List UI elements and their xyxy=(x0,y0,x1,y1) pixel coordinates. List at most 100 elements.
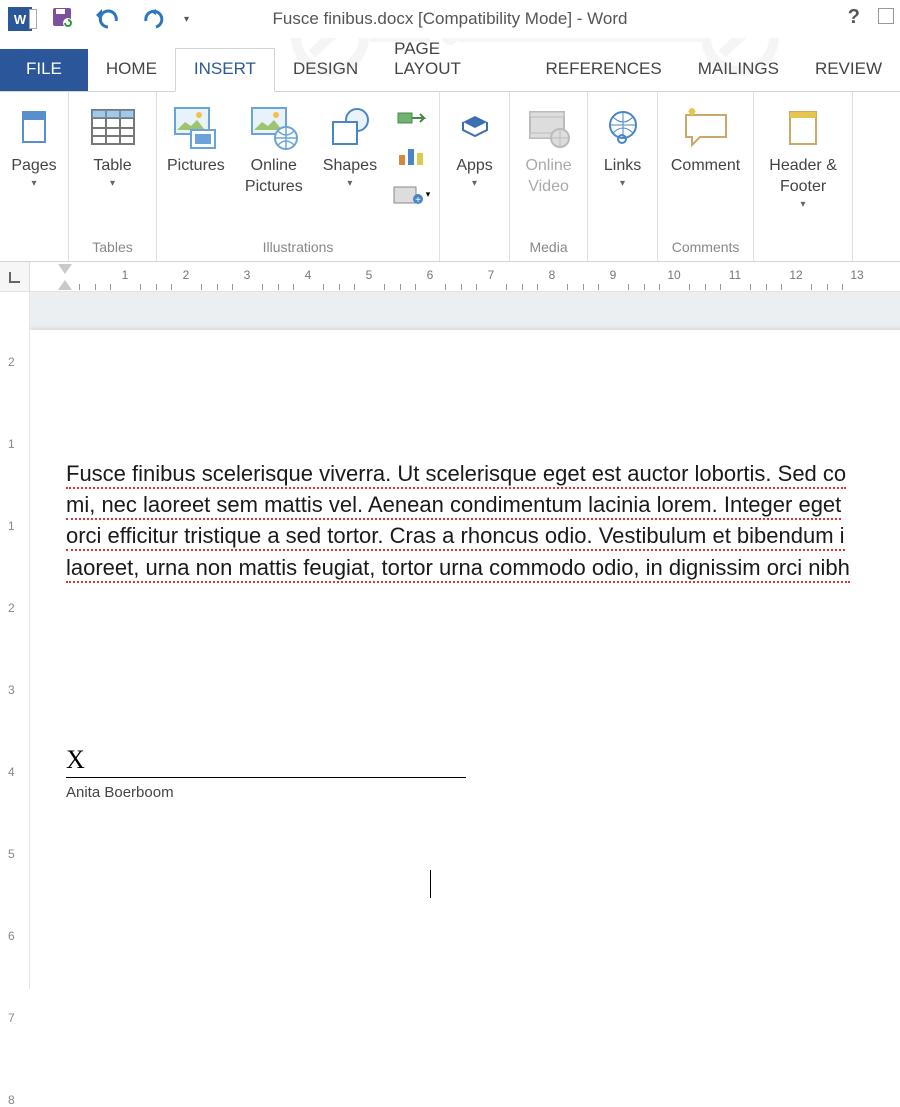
table-button[interactable]: Table ▾ xyxy=(83,98,143,190)
group-tables: Table ▾ Tables xyxy=(69,92,157,261)
tab-selector[interactable] xyxy=(0,262,30,292)
header-footer-icon xyxy=(786,102,820,154)
ruler-v-number: 1 xyxy=(8,519,15,533)
body-line-1: Fusce finibus scelerisque viverra. Ut sc… xyxy=(66,461,846,489)
online-video-button: Online Video xyxy=(515,98,583,198)
text-cursor xyxy=(430,870,431,898)
help-icon[interactable]: ? xyxy=(848,6,860,29)
group-header-footer: Header & Footer ▾ xyxy=(754,92,853,261)
indent-marker-top[interactable] xyxy=(58,264,72,274)
ruler-v-number: 1 xyxy=(8,437,15,451)
table-label: Table xyxy=(93,156,131,177)
group-comments: Comment Comments xyxy=(658,92,754,261)
online-pictures-label: Online Pictures xyxy=(241,156,307,198)
body-line-4: laoreet, urna non mattis feugiat, tortor… xyxy=(66,555,850,583)
group-apps: Apps ▾ xyxy=(440,92,510,261)
body-line-2: mi, nec laoreet sem mattis vel. Aenean c… xyxy=(66,492,841,520)
ruler-v-number: 2 xyxy=(8,601,15,615)
ruler-h-number: 7 xyxy=(488,268,495,282)
chart-button[interactable] xyxy=(391,140,431,172)
signature-name: Anita Boerboom xyxy=(66,777,466,801)
signature-line[interactable]: X Anita Boerboom xyxy=(66,745,466,801)
links-label: Links xyxy=(604,156,641,177)
ruler-v-number: 4 xyxy=(8,765,15,779)
ruler-h-number: 10 xyxy=(667,268,680,282)
links-icon xyxy=(604,102,642,154)
word-app-icon[interactable]: W xyxy=(8,7,32,31)
smartart-button[interactable] xyxy=(391,102,431,134)
chevron-down-icon: ▾ xyxy=(347,177,352,190)
illustrations-small-stack: + ▾ xyxy=(387,98,435,214)
ruler-h-number: 11 xyxy=(729,268,741,282)
online-pictures-button[interactable]: Online Pictures xyxy=(235,98,313,198)
media-group-label: Media xyxy=(529,235,567,259)
ruler-h-number: 2 xyxy=(183,268,190,282)
tab-insert[interactable]: INSERT xyxy=(175,48,275,92)
pictures-button[interactable]: Pictures xyxy=(161,98,231,177)
ruler-h-number: 5 xyxy=(366,268,373,282)
comment-icon xyxy=(680,102,732,154)
ruler-v-number: 2 xyxy=(8,355,15,369)
comment-button[interactable]: Comment xyxy=(665,98,746,177)
page-scrollarea[interactable]: Fusce finibus scelerisque viverra. Ut sc… xyxy=(30,292,900,989)
chevron-down-icon: ▾ xyxy=(472,177,477,190)
ribbon-display-options-icon[interactable] xyxy=(878,8,894,24)
tables-group-label: Tables xyxy=(92,235,132,259)
tab-design[interactable]: DESIGN xyxy=(275,49,376,91)
tab-page-layout[interactable]: PAGE LAYOUT xyxy=(376,29,527,91)
chevron-down-icon: ▾ xyxy=(426,189,431,200)
tab-mailings[interactable]: MAILINGS xyxy=(680,49,797,91)
tab-file[interactable]: FILE xyxy=(0,49,88,91)
ribbon-tabs: FILE HOME INSERT DESIGN PAGE LAYOUT REFE… xyxy=(0,38,900,92)
comment-label: Comment xyxy=(671,156,740,177)
ruler-v-number: 3 xyxy=(8,683,15,697)
ruler-ticks: 12345678910111213 xyxy=(30,262,900,291)
header-footer-label: Header & Footer xyxy=(764,156,842,198)
undo-icon[interactable] xyxy=(92,5,122,34)
document-area: 2112345678 Fusce finibus scelerisque viv… xyxy=(0,292,900,989)
tab-references[interactable]: REFERENCES xyxy=(528,49,680,91)
ruler-h-number: 6 xyxy=(427,268,434,282)
apps-button[interactable]: Apps ▾ xyxy=(445,98,505,190)
group-pages: Pages ▾ xyxy=(0,92,69,261)
document-page[interactable]: Fusce finibus scelerisque viverra. Ut sc… xyxy=(30,330,900,989)
comments-group-label: Comments xyxy=(672,235,740,259)
tab-review[interactable]: REVIEW xyxy=(797,49,900,91)
chevron-down-icon: ▾ xyxy=(110,177,115,190)
chevron-down-icon: ▾ xyxy=(620,177,625,190)
title-bar: W ▾ Fusce finibus.docx [Compatibility Mo… xyxy=(0,0,900,38)
tab-home[interactable]: HOME xyxy=(88,49,175,91)
ruler-v-number: 7 xyxy=(8,1011,15,1025)
qat-customize-arrow[interactable]: ▾ xyxy=(184,14,189,25)
pictures-label: Pictures xyxy=(167,156,225,177)
online-pictures-icon xyxy=(250,102,298,154)
ribbon: Pages ▾ Table ▾ Tables Pictures xyxy=(0,92,900,262)
body-text[interactable]: Fusce finibus scelerisque viverra. Ut sc… xyxy=(66,458,900,583)
svg-text:+: + xyxy=(415,195,421,205)
header-footer-button[interactable]: Header & Footer ▾ xyxy=(758,98,848,211)
shapes-button[interactable]: Shapes ▾ xyxy=(317,98,383,190)
quick-access-toolbar: W ▾ xyxy=(0,5,189,34)
page-icon xyxy=(19,102,49,154)
ruler-v-number: 8 xyxy=(8,1093,15,1107)
links-button[interactable]: Links ▾ xyxy=(593,98,653,190)
screenshot-button[interactable]: + ▾ xyxy=(391,178,431,210)
pages-label: Pages xyxy=(11,156,56,177)
indent-marker-bottom[interactable] xyxy=(58,280,72,290)
signature-x: X xyxy=(66,745,466,777)
table-icon xyxy=(90,102,136,154)
redo-icon[interactable] xyxy=(140,5,166,34)
group-media: Online Video Media xyxy=(510,92,588,261)
apps-label: Apps xyxy=(456,156,492,177)
group-illustrations: Pictures Online Pictures Shapes ▾ xyxy=(157,92,440,261)
pages-button[interactable]: Pages ▾ xyxy=(4,98,64,190)
vertical-ruler[interactable]: 2112345678 xyxy=(0,292,30,989)
save-icon[interactable] xyxy=(50,5,74,34)
ruler-h-number: 1 xyxy=(122,268,129,282)
ruler-h-number: 4 xyxy=(305,268,312,282)
body-line-3: orci efficitur tristique a sed tortor. C… xyxy=(66,523,845,551)
horizontal-ruler[interactable]: 12345678910111213 xyxy=(0,262,900,292)
chevron-down-icon: ▾ xyxy=(801,198,806,211)
ruler-h-number: 12 xyxy=(789,268,802,282)
pictures-icon xyxy=(173,102,219,154)
